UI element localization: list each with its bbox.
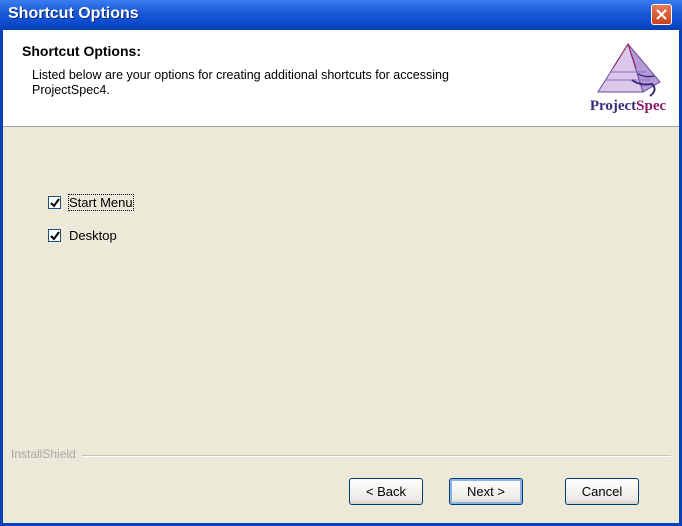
desktop-option[interactable]: Desktop [48,226,117,244]
close-icon [656,9,667,20]
start-menu-label[interactable]: Start Menu [68,193,134,211]
back-button[interactable]: < Back [349,478,423,505]
installshield-brand: InstallShield [11,447,82,461]
logo-text-spec: Spec [636,98,667,114]
header-description: Listed below are your options for creati… [32,68,449,97]
header-title: Shortcut Options: [22,43,141,59]
checkmark-icon [50,230,60,241]
dialog-header: Shortcut Options: Listed below are your … [3,30,679,127]
projectspec-logo: ProjectSpec [588,40,668,118]
start-menu-checkbox[interactable] [48,195,61,209]
pyramid-logo-icon [597,42,661,97]
cancel-button[interactable]: Cancel [565,478,639,505]
title-bar[interactable]: Shortcut Options [0,0,682,30]
start-menu-option[interactable]: Start Menu [48,193,134,211]
next-button[interactable]: Next > [449,478,523,505]
desktop-label[interactable]: Desktop [69,228,117,243]
dialog-client-area: Shortcut Options: Listed below are your … [3,30,679,523]
installer-window: Shortcut Options Shortcut Options: Liste… [0,0,682,526]
logo-text-project: Project [589,98,637,114]
desktop-checkbox[interactable] [48,228,61,242]
window-title: Shortcut Options [8,5,139,22]
checkmark-icon [50,197,60,208]
close-button[interactable] [651,4,672,25]
footer-divider [11,455,671,457]
